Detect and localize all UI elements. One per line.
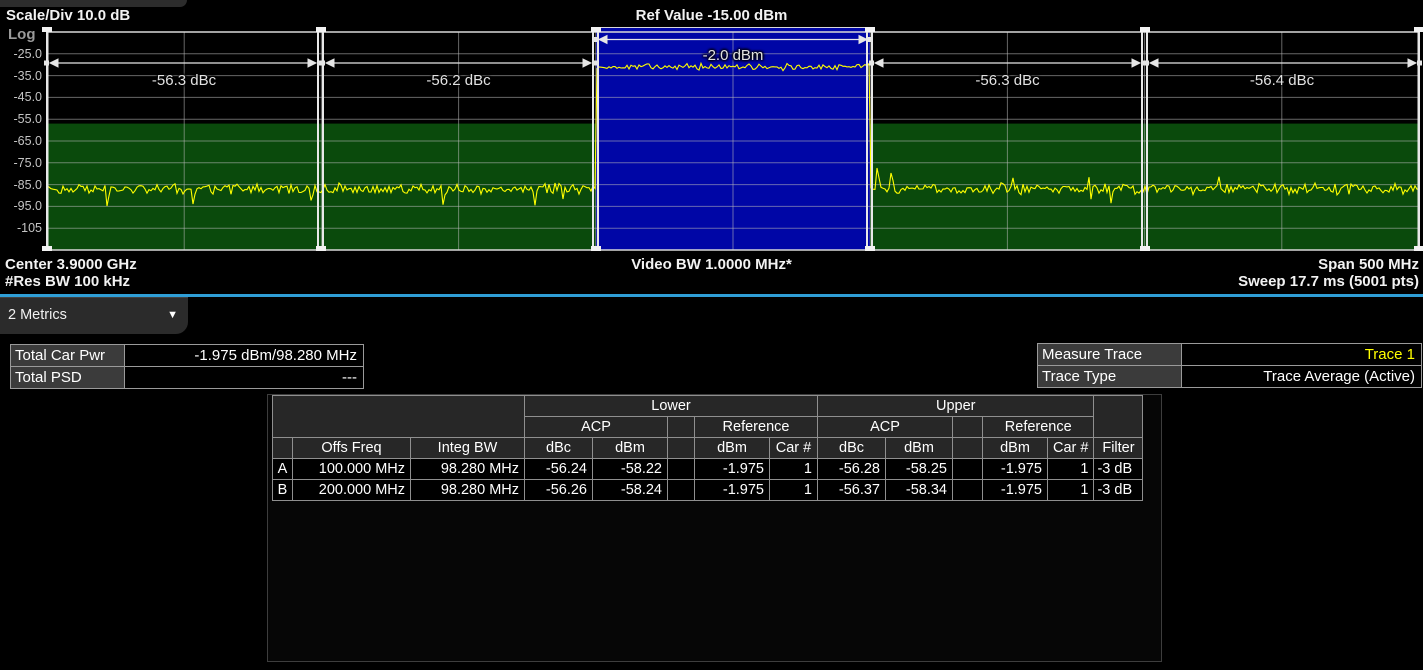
offs-freq-header: Offs Freq xyxy=(293,438,411,459)
lower-ref-dbm-cell: -1.975 xyxy=(695,459,770,480)
analyzer-screen: Scale/Div 10.0 dB Ref Value -15.00 dBm L… xyxy=(0,0,1423,670)
lower-dbc-cell: -56.26 xyxy=(525,480,593,501)
spacer-cell xyxy=(668,480,695,501)
y-axis-tick-label: -35.0 xyxy=(0,69,42,83)
blank-header xyxy=(273,438,293,459)
total-car-pwr-value: -1.975 dBm/98.280 MHz xyxy=(125,345,363,366)
upper-ref-dbm-cell: -1.975 xyxy=(983,480,1048,501)
y-axis-tick-label: -105 xyxy=(0,221,42,235)
spacer-header xyxy=(668,417,695,438)
region-label-lower-offset-a: -56.2 dBc xyxy=(426,72,490,89)
lower-reference-header: Reference xyxy=(695,417,818,438)
lower-acp-header: ACP xyxy=(525,417,668,438)
channel-span-arrow xyxy=(44,59,322,67)
dbm-header: dBm xyxy=(593,438,668,459)
y-axis-tick-label: -55.0 xyxy=(0,112,42,126)
center-freq-annotation[interactable]: Center 3.9000 GHz xyxy=(5,256,137,273)
offs-freq-cell: 100.000 MHz xyxy=(293,459,411,480)
upper-car-cell: 1 xyxy=(1048,480,1094,501)
metrics-dropdown[interactable]: 2 Metrics ▼ xyxy=(0,297,188,334)
integ-bw-cell: 98.280 MHz xyxy=(411,480,525,501)
offset-id: A xyxy=(273,459,293,480)
region-label-carrier: -2.0 dBm xyxy=(703,47,764,64)
car-header: Car # xyxy=(770,438,818,459)
upper-group-header: Upper xyxy=(818,396,1094,417)
offs-freq-cell: 200.000 MHz xyxy=(293,480,411,501)
spacer-header xyxy=(953,417,983,438)
y-axis-tick-label: -25.0 xyxy=(0,47,42,61)
metrics-dropdown-label: 2 Metrics xyxy=(8,298,67,333)
y-axis-scale-type: Log xyxy=(8,26,36,43)
lower-group-header: Lower xyxy=(525,396,818,417)
region-label-lower-offset-b: -56.3 dBc xyxy=(152,72,216,89)
res-bw-annotation[interactable]: #Res BW 100 kHz xyxy=(5,273,130,290)
filter-cell: -3 dB xyxy=(1094,480,1143,501)
video-bw-annotation[interactable]: Video BW 1.0000 MHz* xyxy=(631,256,792,273)
car-header: Car # xyxy=(1048,438,1094,459)
blank-header xyxy=(1094,396,1143,438)
acp-results-table: Lower Upper ACP Reference ACP Reference … xyxy=(272,395,1143,501)
dbc-header: dBc xyxy=(818,438,886,459)
filter-cell: -3 dB xyxy=(1094,459,1143,480)
integ-bw-header: Integ BW xyxy=(411,438,525,459)
upper-dbm-cell: -58.34 xyxy=(886,480,953,501)
y-axis-tick-label: -85.0 xyxy=(0,178,42,192)
offset-id: B xyxy=(273,480,293,501)
table-group-header-row: Lower Upper xyxy=(273,396,1143,417)
lower-car-cell: 1 xyxy=(770,459,818,480)
span-annotation[interactable]: Span 500 MHz xyxy=(1318,256,1419,273)
measure-trace-label: Measure Trace xyxy=(1038,344,1181,365)
filter-header: Filter xyxy=(1094,438,1143,459)
metrics-block: Total Car Pwr-1.975 dBm/98.280 MHzTotal … xyxy=(10,344,364,389)
sweep-annotation[interactable]: Sweep 17.7 ms (5001 pts) xyxy=(1238,273,1419,290)
y-axis-tick-label: -75.0 xyxy=(0,156,42,170)
lower-dbm-cell: -58.22 xyxy=(593,459,668,480)
total-car-pwr-label: Total Car Pwr xyxy=(11,345,124,366)
region-label-upper-offset-a: -56.3 dBc xyxy=(975,72,1039,89)
table-column-header-row: Offs Freq Integ BW dBc dBm dBm Car # dBc… xyxy=(273,438,1143,459)
total-psd-value: --- xyxy=(125,367,363,388)
measure-trace-value[interactable]: Trace 1 xyxy=(1182,344,1421,365)
upper-dbc-cell: -56.37 xyxy=(818,480,886,501)
upper-dbc-cell: -56.28 xyxy=(818,459,886,480)
total-psd-label: Total PSD xyxy=(11,367,124,388)
dbm-header: dBm xyxy=(886,438,953,459)
upper-acp-header: ACP xyxy=(818,417,953,438)
upper-dbm-cell: -58.25 xyxy=(886,459,953,480)
y-axis-tick-label: -65.0 xyxy=(0,134,42,148)
lower-dbc-cell: -56.24 xyxy=(525,459,593,480)
spacer-header xyxy=(668,438,695,459)
acp-results-panel: Lower Upper ACP Reference ACP Reference … xyxy=(267,394,1162,662)
spacer-cell xyxy=(953,459,983,480)
lower-dbm-cell: -58.24 xyxy=(593,480,668,501)
trace-type-value[interactable]: Trace Average (Active) xyxy=(1182,366,1421,387)
trace-info-block: Measure TraceTrace 1Trace TypeTrace Aver… xyxy=(1037,343,1422,388)
ref-dbm-header: dBm xyxy=(695,438,770,459)
spacer-cell xyxy=(668,459,695,480)
lower-ref-dbm-cell: -1.975 xyxy=(695,480,770,501)
blank-header xyxy=(273,396,525,438)
offset-row-B: B 200.000 MHz 98.280 MHz -56.26 -58.24 -… xyxy=(273,480,1143,501)
y-axis-tick-label: -95.0 xyxy=(0,199,42,213)
offset-row-A: A 100.000 MHz 98.280 MHz -56.24 -58.22 -… xyxy=(273,459,1143,480)
spacer-header xyxy=(953,438,983,459)
region-label-upper-offset-b: -56.4 dBc xyxy=(1250,72,1314,89)
lower-car-cell: 1 xyxy=(770,480,818,501)
y-axis-tick-label: -45.0 xyxy=(0,90,42,104)
trace-type-label: Trace Type xyxy=(1038,366,1181,387)
ref-dbm-header: dBm xyxy=(983,438,1048,459)
upper-car-cell: 1 xyxy=(1048,459,1094,480)
dbc-header: dBc xyxy=(525,438,593,459)
upper-reference-header: Reference xyxy=(983,417,1094,438)
integ-bw-cell: 98.280 MHz xyxy=(411,459,525,480)
chevron-down-icon: ▼ xyxy=(167,298,178,333)
spacer-cell xyxy=(953,480,983,501)
channel-span-arrow xyxy=(1144,59,1422,67)
upper-ref-dbm-cell: -1.975 xyxy=(983,459,1048,480)
window-separator-line xyxy=(0,294,1423,297)
